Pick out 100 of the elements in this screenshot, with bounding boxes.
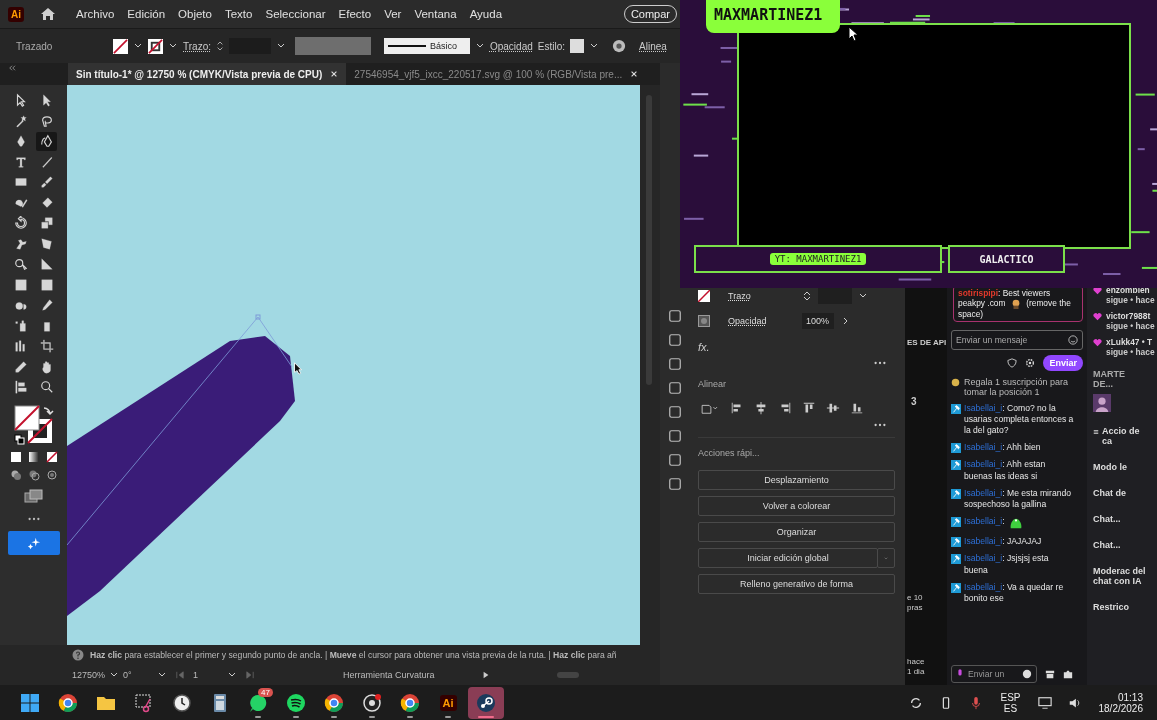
eyedropper-icon[interactable] [39, 298, 54, 313]
curvature-pen-icon[interactable] [39, 134, 54, 149]
menu-item[interactable]: Ventana [414, 8, 457, 20]
camera-icon[interactable] [1063, 669, 1073, 679]
rotation-field[interactable]: 0° [123, 670, 154, 680]
lasso-icon[interactable] [39, 113, 54, 128]
chat-option[interactable]: Chat... [1093, 540, 1157, 550]
home-icon[interactable] [40, 6, 56, 22]
document-tab[interactable]: Sin título-1* @ 12750 % (CMYK/Vista previa de CPU) [68, 63, 347, 85]
panel-icon[interactable] [668, 357, 682, 371]
panel-icon[interactable] [668, 429, 682, 443]
stepper-icon[interactable] [802, 291, 812, 301]
perspective-grid-icon[interactable] [39, 257, 54, 272]
puppet-warp-icon[interactable] [13, 236, 28, 251]
sync-icon[interactable] [909, 695, 924, 710]
taskbar-button[interactable] [468, 686, 504, 719]
chat-option[interactable]: Moderac del chat con IA [1093, 566, 1157, 586]
panel-icon[interactable] [668, 477, 682, 491]
scale-icon[interactable] [39, 216, 54, 231]
bar-chart-icon[interactable] [13, 339, 28, 354]
type-tool-icon[interactable] [13, 154, 28, 169]
send-button[interactable]: Enviar [1043, 354, 1083, 371]
stroke-weight-field[interactable] [818, 288, 852, 304]
more-icon[interactable] [873, 361, 887, 365]
align-icon[interactable] [850, 401, 864, 415]
opacity-link[interactable]: Opacidad [489, 40, 533, 52]
brush-icon[interactable] [39, 175, 54, 190]
action-button[interactable]: Volver a colorear [698, 496, 895, 516]
color-mode-icon[interactable] [9, 450, 22, 463]
symbol-sprayer-icon[interactable] [13, 318, 28, 333]
opacity-field[interactable]: 100% [802, 313, 834, 329]
chat-option[interactable]: Chat de [1093, 488, 1157, 498]
message-input[interactable]: Enviar un [951, 665, 1037, 683]
variable-width-field[interactable] [294, 37, 371, 55]
chat-option[interactable]: Chat... [1093, 514, 1157, 524]
stepper-icon[interactable] [215, 39, 224, 53]
pencil-icon[interactable] [13, 359, 28, 374]
scrollbar-thumb[interactable] [557, 672, 580, 678]
settings-icon[interactable] [1025, 357, 1036, 368]
taskbar-button[interactable]: 47 [240, 686, 276, 719]
close-icon[interactable] [330, 70, 339, 78]
chat-option[interactable]: Restrico [1093, 602, 1157, 612]
close-icon[interactable] [630, 70, 639, 78]
last-page-icon[interactable] [245, 671, 256, 679]
clock-time[interactable]: 01:13 [1117, 691, 1143, 703]
action-button[interactable]: Organizar [698, 522, 895, 542]
generative-button[interactable] [7, 530, 60, 555]
eraser-icon[interactable] [39, 195, 54, 210]
artboard-field[interactable]: 1 [193, 670, 224, 680]
rotate-icon[interactable] [13, 216, 28, 231]
style-swatch[interactable] [570, 39, 584, 53]
fill-swatch-icon[interactable] [113, 38, 128, 54]
action-button[interactable]: Relleno generativo de forma [698, 574, 895, 594]
action-button[interactable]: Desplazamiento [698, 470, 895, 490]
hand-icon[interactable] [39, 359, 54, 374]
menu-item[interactable]: Ver [384, 8, 402, 20]
fill-stroke-icon[interactable] [13, 404, 54, 445]
smiley-icon[interactable] [1022, 669, 1032, 679]
chat-option[interactable]: Modo le [1093, 462, 1157, 472]
screen-mode-icon[interactable] [22, 488, 45, 503]
panel-icon[interactable] [668, 453, 682, 467]
none-mode-icon[interactable] [45, 450, 58, 463]
menu-item[interactable]: Seleccionar [265, 8, 326, 20]
more-icon[interactable] [26, 516, 41, 521]
menu-item[interactable]: Archivo [76, 8, 115, 20]
shape-builder-icon[interactable] [13, 257, 28, 272]
language-indicator[interactable]: ESP [1000, 691, 1021, 703]
panel-icon[interactable] [668, 381, 682, 395]
clock-date[interactable]: 18/2/2026 [1098, 702, 1143, 714]
align-left-icon[interactable] [13, 380, 28, 395]
draw-behind-icon[interactable] [27, 468, 40, 481]
gradient-mode-icon[interactable] [27, 450, 40, 463]
panel-icon[interactable] [668, 309, 682, 323]
store-icon[interactable] [1045, 669, 1055, 679]
draw-normal-icon[interactable] [9, 468, 22, 481]
menu-item[interactable]: Efecto [338, 8, 372, 20]
keyboard-layout-indicator[interactable]: ES [1003, 702, 1018, 714]
effects-label[interactable]: fx. [698, 341, 710, 353]
menu-item[interactable]: Texto [224, 8, 253, 20]
wand-icon[interactable] [13, 113, 28, 128]
stroke-swatch-icon[interactable] [148, 38, 163, 54]
line-icon[interactable] [39, 154, 54, 169]
artboard-icon[interactable] [39, 339, 54, 354]
message-input[interactable]: Enviar un mensaje [951, 329, 1083, 350]
artboard-canvas[interactable] [67, 85, 640, 645]
menu-item[interactable]: Ayuda [469, 8, 503, 20]
brush-definition-field[interactable]: Básico [383, 38, 470, 54]
panel-icon[interactable] [668, 333, 682, 347]
document-tab[interactable]: 27546954_vjf5_ixcc_220517.svg @ 100 % (RGB/Vista pre... [346, 63, 647, 85]
align-icon[interactable] [802, 401, 816, 415]
draw-inside-icon[interactable] [45, 468, 58, 481]
free-transform-icon[interactable] [39, 236, 54, 251]
menu-item[interactable]: Edición [127, 8, 166, 20]
color-wheel-icon[interactable] [612, 39, 626, 53]
align-icon[interactable] [730, 401, 744, 415]
opacity-icon[interactable] [698, 315, 710, 327]
menu-item[interactable]: Objeto [178, 8, 212, 20]
align-link[interactable]: Alinea [639, 40, 667, 52]
stroke-swatch-icon[interactable] [698, 290, 710, 302]
more-icon[interactable] [873, 423, 887, 427]
